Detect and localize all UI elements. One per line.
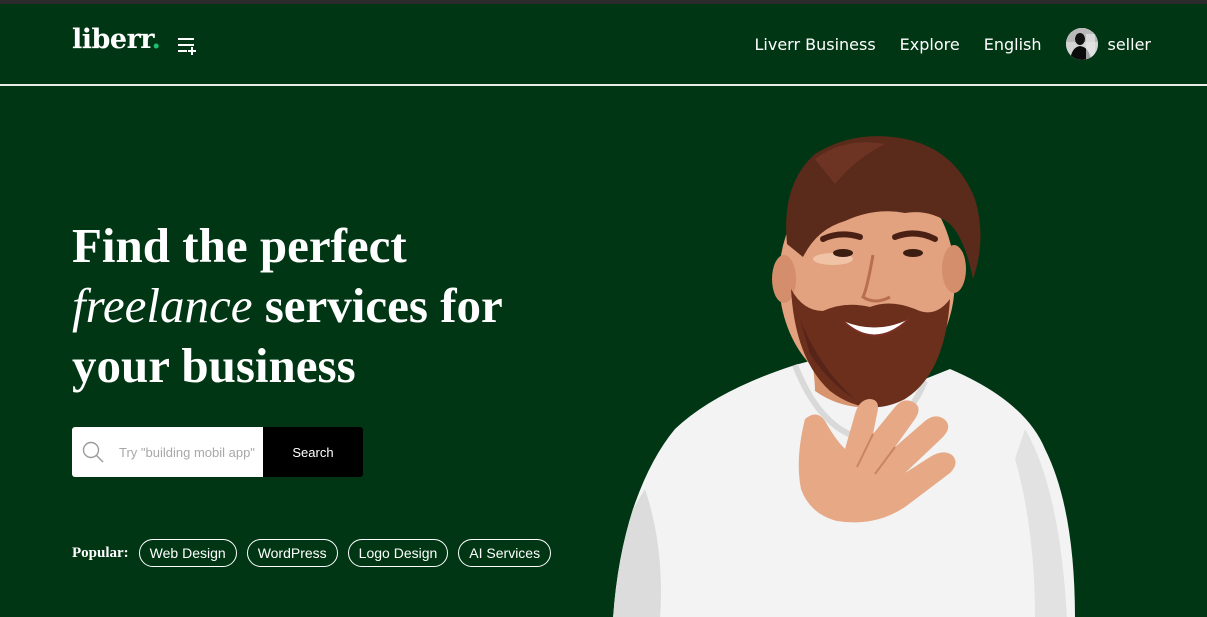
popular-tag-logo-design[interactable]: Logo Design bbox=[347, 539, 449, 567]
top-navbar: liberr. Liverr Business Explore English bbox=[0, 4, 1207, 86]
hero-person-image bbox=[605, 129, 1095, 617]
popular-label: Popular: bbox=[72, 544, 129, 561]
popular-tag-ai-services[interactable]: AI Services bbox=[458, 539, 552, 567]
user-name: seller bbox=[1107, 34, 1152, 54]
popular-tag-wordpress[interactable]: WordPress bbox=[246, 539, 338, 567]
user-avatar[interactable] bbox=[1065, 28, 1098, 60]
nav-link-liverr-business[interactable]: Liverr Business bbox=[754, 35, 875, 54]
hero-search-bar: Search bbox=[72, 427, 363, 477]
hero-headline: Find the perfect freelance services for yo… bbox=[72, 216, 503, 396]
nav-right-group: Liverr Business Explore English seller bbox=[754, 28, 1151, 60]
nav-link-language[interactable]: English bbox=[984, 35, 1042, 54]
user-menu[interactable]: seller bbox=[1065, 28, 1152, 60]
search-input[interactable] bbox=[119, 427, 261, 477]
nav-link-explore[interactable]: Explore bbox=[900, 35, 960, 54]
logo-dot: . bbox=[151, 24, 161, 55]
search-field-wrapper bbox=[72, 427, 263, 477]
popular-tag-web-design[interactable]: Web Design bbox=[138, 539, 237, 567]
landing-page: liberr. Liverr Business Explore English bbox=[0, 4, 1207, 617]
search-icon bbox=[81, 440, 105, 464]
headline-italic-word: freelance bbox=[72, 278, 253, 333]
headline-line-2: services for bbox=[252, 278, 503, 333]
headline-line-1: Find the perfect bbox=[72, 218, 407, 273]
menu-plus-icon[interactable] bbox=[177, 37, 197, 55]
site-logo[interactable]: liberr. bbox=[72, 24, 161, 55]
headline-line-3: your business bbox=[72, 338, 356, 393]
search-button[interactable]: Search bbox=[263, 427, 363, 477]
popular-tags: Popular: Web Design WordPress Logo Desig… bbox=[72, 539, 552, 567]
logo-text: liberr bbox=[72, 24, 152, 55]
